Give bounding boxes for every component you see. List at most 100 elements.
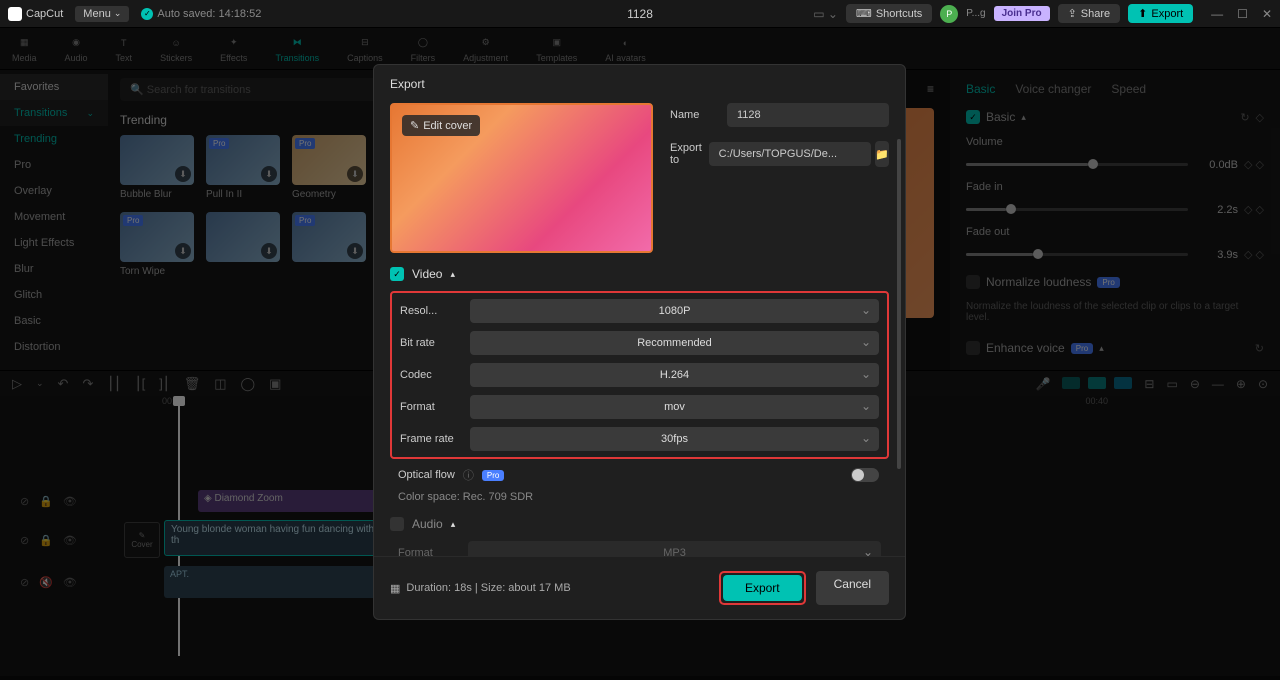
prop-tab-voice[interactable]: Voice changer [1015, 82, 1091, 96]
track-color-1[interactable] [1062, 377, 1080, 389]
menu-button[interactable]: Menu⌄ [75, 6, 129, 22]
shortcuts-button[interactable]: ⌨Shortcuts [846, 4, 932, 23]
lock-icon[interactable]: ⊘ [20, 534, 29, 547]
undo-icon[interactable]: ↶ [58, 376, 69, 392]
cover-button[interactable]: ✎Cover [124, 522, 160, 558]
eye-icon[interactable]: 👁 [63, 534, 77, 547]
tab-text[interactable]: TText [116, 35, 133, 63]
fadein-slider[interactable] [966, 208, 1188, 211]
edit-cover-button[interactable]: ✎ Edit cover [402, 115, 480, 136]
tl-icon-1[interactable]: ⊟ [1144, 377, 1154, 391]
track-color-3[interactable] [1114, 377, 1132, 389]
mute-icon[interactable]: 🔇 [39, 576, 53, 589]
transition-thumb[interactable]: ⬇ [206, 212, 280, 277]
select-tool-icon[interactable]: ▷ [12, 376, 22, 392]
eye-icon[interactable]: 👁 [63, 495, 77, 508]
visible-icon[interactable]: 🔒 [39, 495, 53, 508]
zoom-fit-icon[interactable]: ⊙ [1258, 377, 1268, 391]
sidebar-item-glitch[interactable]: Glitch [0, 282, 108, 308]
redo-icon[interactable]: ↷ [82, 376, 93, 392]
sidebar-item-movement[interactable]: Movement [0, 204, 108, 230]
tab-effects[interactable]: ✦Effects [220, 35, 247, 63]
zoom-slider[interactable]: — [1212, 377, 1224, 391]
transition-thumb[interactable]: Pro⬇Pull In II [206, 135, 280, 200]
track-color-2[interactable] [1088, 377, 1106, 389]
crop-icon[interactable]: ◫ [214, 376, 226, 392]
marker-icon[interactable]: ◯ [241, 376, 256, 392]
delete-icon[interactable]: 🗑 [184, 376, 201, 392]
split-icon[interactable]: ⎮⎮ [107, 376, 121, 392]
audio-checkbox[interactable] [390, 517, 404, 531]
codec-dropdown[interactable]: H.264 [470, 363, 879, 387]
enhance-checkbox[interactable] [966, 341, 980, 355]
tab-ai-avatars[interactable]: ◐AI avatars [605, 35, 646, 63]
volume-slider[interactable] [966, 163, 1188, 166]
sidebar-item-basic[interactable]: Basic [0, 308, 108, 334]
tab-captions[interactable]: ⊟Captions [347, 35, 383, 63]
sidebar-item-blur[interactable]: Blur [0, 256, 108, 282]
sidebar-item-favorites[interactable]: Favorites [0, 74, 108, 100]
exportto-input[interactable] [709, 142, 871, 166]
aspect-icon[interactable]: ▭ ⌄ [813, 7, 838, 21]
name-input[interactable] [727, 103, 889, 127]
tab-templates[interactable]: ▣Templates [536, 35, 577, 63]
tab-media[interactable]: ▦Media [12, 35, 37, 63]
mic-icon[interactable]: 🎤 [1035, 377, 1050, 391]
maximize-icon[interactable]: ☐ [1237, 7, 1248, 21]
tab-transitions[interactable]: ⧓Transitions [275, 35, 319, 63]
video-clip[interactable]: Young blonde woman having fun dancing wi… [164, 520, 384, 556]
transition-thumb[interactable]: Pro⬇Geometry [292, 135, 366, 200]
export-confirm-button[interactable]: Export [723, 575, 802, 601]
join-pro-button[interactable]: Join Pro [994, 6, 1050, 21]
user-avatar[interactable]: P [940, 5, 958, 23]
tab-stickers[interactable]: ☺Stickers [160, 35, 192, 63]
export-button-top[interactable]: ⬆Export [1128, 4, 1193, 23]
reset-icon[interactable]: ↻ [1255, 342, 1264, 355]
split-left-icon[interactable]: ⎮[ [135, 376, 145, 392]
audio-clip[interactable]: APT. [164, 566, 384, 598]
transition-clip[interactable]: ◈ Diamond Zoom [198, 490, 378, 512]
prop-tab-speed[interactable]: Speed [1111, 82, 1146, 96]
resolution-dropdown[interactable]: 1080P [470, 299, 879, 323]
tab-filters[interactable]: ◯Filters [411, 35, 436, 63]
format-dropdown[interactable]: mov [470, 395, 879, 419]
optical-toggle[interactable] [851, 468, 879, 482]
tab-audio[interactable]: ◉Audio [65, 35, 88, 63]
sidebar-item-pro[interactable]: Pro [0, 152, 108, 178]
close-icon[interactable]: ✕ [1262, 7, 1272, 21]
transition-thumb[interactable]: Pro⬇Torn Wipe [120, 212, 194, 277]
basic-checkbox[interactable]: ✓ [966, 110, 980, 124]
reset-icon[interactable]: ↻ [1240, 111, 1249, 124]
sidebar-item-trending[interactable]: Trending [0, 126, 108, 152]
sidebar-item-transitions[interactable]: Transitions⌄ [0, 100, 108, 126]
lock-icon[interactable]: ⊘ [20, 495, 29, 508]
folder-button[interactable]: 📁 [875, 141, 889, 167]
lock-icon[interactable]: ⊘ [20, 576, 29, 589]
zoom-in-icon[interactable]: ⊕ [1236, 377, 1246, 391]
visible-icon[interactable]: 🔒 [39, 534, 53, 547]
split-right-icon[interactable]: ]⎮ [159, 376, 169, 392]
framerate-dropdown[interactable]: 30fps [470, 427, 879, 451]
share-button[interactable]: ⇪Share [1058, 4, 1121, 23]
minimize-icon[interactable]: — [1211, 7, 1223, 21]
freeze-icon[interactable]: ▣ [269, 376, 281, 392]
fadeout-slider[interactable] [966, 253, 1188, 256]
sidebar-item-overlay[interactable]: Overlay [0, 178, 108, 204]
player-menu-icon[interactable]: ≡ [927, 82, 934, 96]
sidebar-item-light-effects[interactable]: Light Effects [0, 230, 108, 256]
transition-thumb[interactable]: ⬇Bubble Blur [120, 135, 194, 200]
keyframe-icon[interactable]: ◇ [1256, 111, 1264, 124]
tool-dropdown-icon[interactable]: ⌄ [36, 378, 44, 389]
prop-tab-basic[interactable]: Basic [966, 82, 995, 96]
info-icon[interactable]: ⓘ [463, 467, 474, 483]
bitrate-dropdown[interactable]: Recommended [470, 331, 879, 355]
transition-thumb[interactable]: Pro⬇ [292, 212, 366, 277]
eye-icon[interactable]: 👁 [63, 576, 77, 589]
scrollbar[interactable] [897, 139, 901, 469]
zoom-out-icon[interactable]: ⊖ [1190, 377, 1200, 391]
tab-adjustment[interactable]: ⚙Adjustment [463, 35, 508, 63]
tl-icon-2[interactable]: ▭ [1166, 377, 1177, 391]
normalize-checkbox[interactable] [966, 275, 980, 289]
cancel-button[interactable]: Cancel [816, 571, 889, 605]
sidebar-item-distortion[interactable]: Distortion [0, 334, 108, 360]
